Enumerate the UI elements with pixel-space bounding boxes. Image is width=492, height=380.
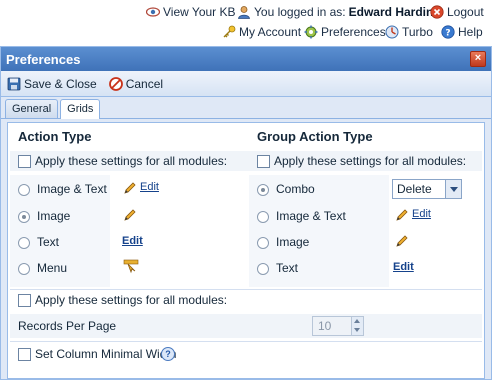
- user-bar: View Your KB You logged in as: Edward Ha…: [0, 0, 492, 44]
- stepper-down-icon[interactable]: [351, 326, 363, 335]
- records-per-page-stepper[interactable]: 10: [312, 316, 364, 336]
- logout-label: Logout: [447, 5, 484, 19]
- action-radio-image-text[interactable]: [18, 184, 30, 196]
- view-kb-label: View Your KB: [163, 5, 236, 19]
- action-radio-image[interactable]: [18, 211, 30, 223]
- group-combo-select[interactable]: Delete: [392, 179, 462, 199]
- divider: [10, 341, 482, 342]
- action-option-label: Menu: [37, 261, 68, 275]
- action-option-label: Image: [37, 209, 71, 223]
- tab-strip: General Grids: [1, 97, 491, 119]
- grids-panel: Action Type Group Action Type Apply thes…: [7, 122, 485, 379]
- action-radio-text[interactable]: [18, 237, 30, 249]
- action-type-heading: Action Type: [18, 129, 92, 144]
- group-text-edit-link[interactable]: Edit: [393, 261, 414, 273]
- cancel-icon: [108, 76, 123, 91]
- group-action-apply-checkbox[interactable]: [257, 155, 270, 168]
- group-action-apply-label: Apply these settings for all modules:: [274, 154, 467, 168]
- view-kb-link[interactable]: View Your KB: [146, 5, 236, 19]
- group-radio-text[interactable]: [257, 263, 269, 275]
- pencil-icon: [124, 182, 136, 194]
- turbo-icon: [385, 25, 399, 39]
- group-radio-image[interactable]: [257, 237, 269, 249]
- column-width-label: Set Column Minimal Width: [35, 347, 177, 361]
- stepper-up-icon[interactable]: [351, 317, 363, 326]
- paging-apply-checkbox[interactable]: [18, 294, 31, 307]
- paging-apply-label: Apply these settings for all modules:: [35, 293, 228, 307]
- group-options-bg: [249, 175, 389, 287]
- group-option-label: Image & Text: [276, 209, 346, 223]
- group-combo-value: Delete: [397, 182, 432, 196]
- action-type-apply-label: Apply these settings for all modules:: [35, 154, 228, 168]
- eye-icon: [146, 5, 160, 19]
- action-option-label: Text: [37, 235, 60, 249]
- chevron-down-icon[interactable]: [445, 180, 461, 198]
- save-close-label: Save & Close: [24, 76, 97, 91]
- action-option-label: Image & Text: [37, 182, 107, 196]
- preferences-icon: [304, 25, 318, 39]
- save-icon: [7, 77, 21, 91]
- username: Edward Hardin: [348, 5, 434, 19]
- records-per-page-label: Records Per Page: [18, 319, 117, 333]
- pencil-icon: [396, 235, 408, 247]
- user-icon: [237, 5, 251, 19]
- cancel-button[interactable]: Cancel: [108, 76, 164, 91]
- group-radio-combo[interactable]: [257, 184, 269, 196]
- logged-in-info: You logged in as: Edward Hardin: [237, 5, 433, 19]
- pencil-icon: [396, 209, 408, 221]
- group-image-text-edit-link[interactable]: Edit: [412, 208, 431, 220]
- action-text-edit-link[interactable]: Edit: [122, 235, 143, 247]
- group-option-label: Combo: [276, 182, 315, 196]
- window-title: Preferences: [6, 51, 81, 67]
- help-icon: ?: [441, 25, 455, 39]
- svg-text:?: ?: [445, 29, 450, 39]
- column-width-checkbox[interactable]: [18, 348, 31, 361]
- tab-general[interactable]: General: [5, 99, 59, 118]
- records-per-page-value: 10: [318, 319, 332, 333]
- group-option-label: Text: [276, 261, 299, 275]
- window-titlebar[interactable]: Preferences ×: [1, 47, 491, 71]
- action-radio-menu[interactable]: [18, 263, 30, 275]
- group-radio-image-text[interactable]: [257, 211, 269, 223]
- close-icon: ×: [474, 52, 482, 64]
- preferences-window: Preferences × Save & Close Cancel Genera…: [0, 46, 492, 380]
- pencil-icon: [124, 209, 136, 221]
- group-option-label: Image: [276, 235, 310, 249]
- turbo-link[interactable]: Turbo: [385, 25, 433, 39]
- action-type-apply-checkbox[interactable]: [18, 155, 31, 168]
- preferences-link[interactable]: Preferences: [304, 25, 386, 39]
- help-label: Help: [458, 25, 483, 39]
- menu-pointer-icon: [123, 259, 139, 274]
- cancel-label: Cancel: [125, 76, 164, 91]
- my-account-link[interactable]: My Account: [222, 25, 301, 39]
- save-close-button[interactable]: Save & Close: [7, 77, 97, 91]
- logout-link[interactable]: Logout: [430, 5, 484, 19]
- turbo-label: Turbo: [402, 25, 433, 39]
- close-button[interactable]: ×: [470, 51, 486, 67]
- group-action-type-heading: Group Action Type: [257, 129, 373, 144]
- preferences-label: Preferences: [321, 25, 386, 39]
- window-toolbar: Save & Close Cancel: [1, 71, 491, 97]
- logged-in-label: You logged in as:: [254, 5, 346, 19]
- divider: [10, 289, 482, 290]
- my-account-label: My Account: [239, 25, 302, 39]
- logout-icon: [430, 5, 444, 19]
- action-image-text-edit-link[interactable]: Edit: [140, 181, 159, 193]
- key-icon: [222, 25, 236, 39]
- help-icon[interactable]: ?: [161, 347, 175, 361]
- help-link[interactable]: ? Help: [441, 25, 483, 39]
- tab-grids[interactable]: Grids: [60, 99, 101, 119]
